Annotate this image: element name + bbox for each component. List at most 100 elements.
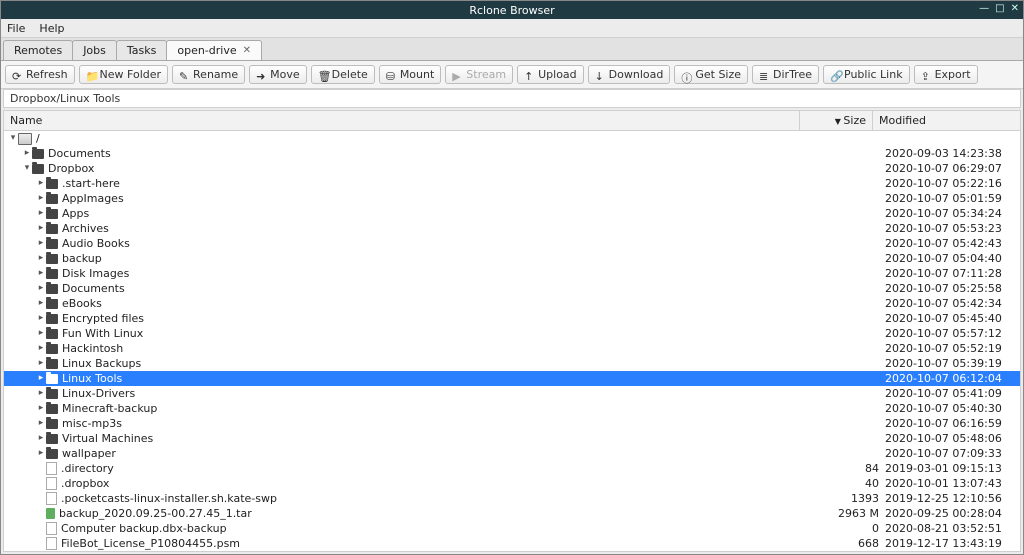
- tab-open-drive[interactable]: open-drive ✕: [166, 40, 262, 60]
- tab-tasks[interactable]: Tasks: [116, 40, 167, 60]
- new-folder-button[interactable]: 📁New Folder: [79, 65, 168, 84]
- upload-button[interactable]: ↑Upload: [517, 65, 584, 84]
- tree-row[interactable]: ▸Linux Tools2020-10-07 06:12:04: [4, 371, 1020, 386]
- header-name[interactable]: Name: [4, 111, 800, 130]
- tree-row[interactable]: Computer backup.dbx-backup02020-08-21 03…: [4, 521, 1020, 536]
- minimize-icon[interactable]: —: [979, 3, 989, 14]
- item-name: wallpaper: [62, 446, 116, 461]
- tree-row[interactable]: ▸eBooks2020-10-07 05:42:34: [4, 296, 1020, 311]
- tree-row[interactable]: ▸Linux-Drivers2020-10-07 05:41:09: [4, 386, 1020, 401]
- tab-close-icon[interactable]: ✕: [243, 45, 251, 56]
- item-size: 1393: [819, 491, 885, 506]
- expander-icon[interactable]: ▸: [36, 191, 46, 206]
- tree-row[interactable]: ▸Fun With Linux2020-10-07 05:57:12: [4, 326, 1020, 341]
- tree-row[interactable]: ▸Linux Backups2020-10-07 05:39:19: [4, 356, 1020, 371]
- expander-icon[interactable]: ▸: [36, 416, 46, 431]
- expander-icon[interactable]: ▸: [36, 311, 46, 326]
- expander-icon[interactable]: ▸: [36, 341, 46, 356]
- mount-button[interactable]: ⛁Mount: [379, 65, 441, 84]
- tree-row[interactable]: ▸Apps2020-10-07 05:34:24: [4, 206, 1020, 221]
- tree-row[interactable]: ▸ Minecraft-backup 2020-10-07 05:40:30: [4, 401, 1020, 416]
- expander-icon[interactable]: ▸: [36, 326, 46, 341]
- expander-icon[interactable]: ▸: [22, 146, 32, 161]
- tree-row[interactable]: ▸Virtual Machines2020-10-07 05:48:06: [4, 431, 1020, 446]
- stream-button: ▶Stream: [445, 65, 513, 84]
- tab-jobs[interactable]: Jobs: [72, 40, 117, 60]
- dirtree-button[interactable]: ≣DirTree: [752, 65, 819, 84]
- expander-icon[interactable]: ▸: [36, 386, 46, 401]
- tree-row[interactable]: ▸Documents2020-09-03 14:23:38: [4, 146, 1020, 161]
- refresh-button[interactable]: ⟳Refresh: [5, 65, 75, 84]
- tree-row[interactable]: ▸.start-here2020-10-07 05:22:16: [4, 176, 1020, 191]
- expander-icon[interactable]: ▸: [36, 296, 46, 311]
- item-size: 0: [819, 521, 885, 536]
- expander-icon[interactable]: ▸: [36, 281, 46, 296]
- expander-icon[interactable]: ▸: [36, 251, 46, 266]
- item-modified: 2020-10-07 05:42:43: [885, 236, 1020, 251]
- tree-row[interactable]: backup_2020.09.25-00.27.45_1.tar2963 M20…: [4, 506, 1020, 521]
- window-title: Rclone Browser: [469, 4, 554, 17]
- path-bar[interactable]: Dropbox/Linux Tools: [3, 89, 1021, 108]
- close-icon[interactable]: ✕: [1011, 3, 1019, 14]
- tree-row[interactable]: FileBot_License_P10804455.psm6682019-12-…: [4, 536, 1020, 551]
- expander-icon[interactable]: ▸: [36, 176, 46, 191]
- mount-icon: ⛁: [386, 70, 396, 80]
- export-button[interactable]: ⇪Export: [914, 65, 978, 84]
- public-link-button[interactable]: 🔗Public Link: [823, 65, 910, 84]
- tree-row[interactable]: ▸backup2020-10-07 05:04:40: [4, 251, 1020, 266]
- expander-icon[interactable]: ▸: [36, 236, 46, 251]
- tab-remotes[interactable]: Remotes: [3, 40, 73, 60]
- expander-icon[interactable]: ▸: [36, 266, 46, 281]
- menu-help[interactable]: Help: [39, 22, 64, 35]
- item-name: AppImages: [62, 191, 124, 206]
- expander-icon[interactable]: ▾: [8, 131, 18, 146]
- tree-row[interactable]: linux-5.8.12.tar.gz974 M2020-09-29 20:48…: [4, 551, 1020, 552]
- item-name: Linux Tools: [62, 371, 122, 386]
- tree-row[interactable]: ▸Hackintosh2020-10-07 05:52:19: [4, 341, 1020, 356]
- tree-row[interactable]: ▸Archives2020-10-07 05:53:23: [4, 221, 1020, 236]
- item-modified: 2020-10-07 05:40:30: [885, 401, 1020, 416]
- archive-icon: [46, 508, 55, 519]
- folder-plus-icon: 📁: [86, 70, 96, 80]
- expander-icon[interactable]: ▸: [36, 221, 46, 236]
- item-name: Archives: [62, 221, 109, 236]
- tree-row[interactable]: ▸Documents2020-10-07 05:25:58: [4, 281, 1020, 296]
- info-icon: ⓘ: [681, 70, 691, 80]
- move-button[interactable]: ➜Move: [249, 65, 307, 84]
- rename-button[interactable]: ✎Rename: [172, 65, 245, 84]
- tree-row[interactable]: ▸misc-mp3s2020-10-07 06:16:59: [4, 416, 1020, 431]
- rename-icon: ✎: [179, 70, 189, 80]
- expander-icon[interactable]: ▾: [22, 161, 32, 176]
- tree-row[interactable]: ▸wallpaper2020-10-07 07:09:33: [4, 446, 1020, 461]
- tree-row[interactable]: ▸Disk Images2020-10-07 07:11:28: [4, 266, 1020, 281]
- folder-icon: [46, 239, 58, 249]
- folder-icon: [46, 209, 58, 219]
- menu-file[interactable]: File: [7, 22, 25, 35]
- download-button[interactable]: ↓Download: [588, 65, 671, 84]
- tree-row[interactable]: ▸Audio Books2020-10-07 05:42:43: [4, 236, 1020, 251]
- header-size[interactable]: ▼ Size: [800, 111, 873, 130]
- expander-icon[interactable]: ▸: [36, 206, 46, 221]
- expander-icon[interactable]: ▸: [36, 401, 46, 416]
- tree-row[interactable]: ▸AppImages2020-10-07 05:01:59: [4, 191, 1020, 206]
- expander-icon[interactable]: ▸: [36, 371, 46, 386]
- delete-button[interactable]: 🗑Delete: [311, 65, 375, 84]
- header-modified[interactable]: Modified: [873, 111, 1020, 130]
- tree-root-row[interactable]: ▾ /: [4, 131, 1020, 146]
- tree-row[interactable]: .dropbox402020-10-01 13:07:43: [4, 476, 1020, 491]
- folder-icon: [46, 419, 58, 429]
- tree-row[interactable]: .directory842019-03-01 09:15:13: [4, 461, 1020, 476]
- expander-icon[interactable]: ▸: [36, 446, 46, 461]
- tree-row[interactable]: ▾Dropbox2020-10-07 06:29:07: [4, 161, 1020, 176]
- expander-icon[interactable]: ▸: [36, 356, 46, 371]
- file-tree[interactable]: ▾ / ▸Documents2020-09-03 14:23:38▾Dropbo…: [3, 131, 1021, 552]
- get-size-button[interactable]: ⓘGet Size: [674, 65, 748, 84]
- item-name: Minecraft-backup: [62, 401, 157, 416]
- item-modified: 2020-10-07 05:41:09: [885, 386, 1020, 401]
- maximize-icon[interactable]: □: [995, 3, 1004, 14]
- folder-icon: [46, 359, 58, 369]
- item-name: Documents: [48, 146, 111, 161]
- expander-icon[interactable]: ▸: [36, 431, 46, 446]
- tree-row[interactable]: ▸Encrypted files2020-10-07 05:45:40: [4, 311, 1020, 326]
- tree-row[interactable]: .pocketcasts-linux-installer.sh.kate-swp…: [4, 491, 1020, 506]
